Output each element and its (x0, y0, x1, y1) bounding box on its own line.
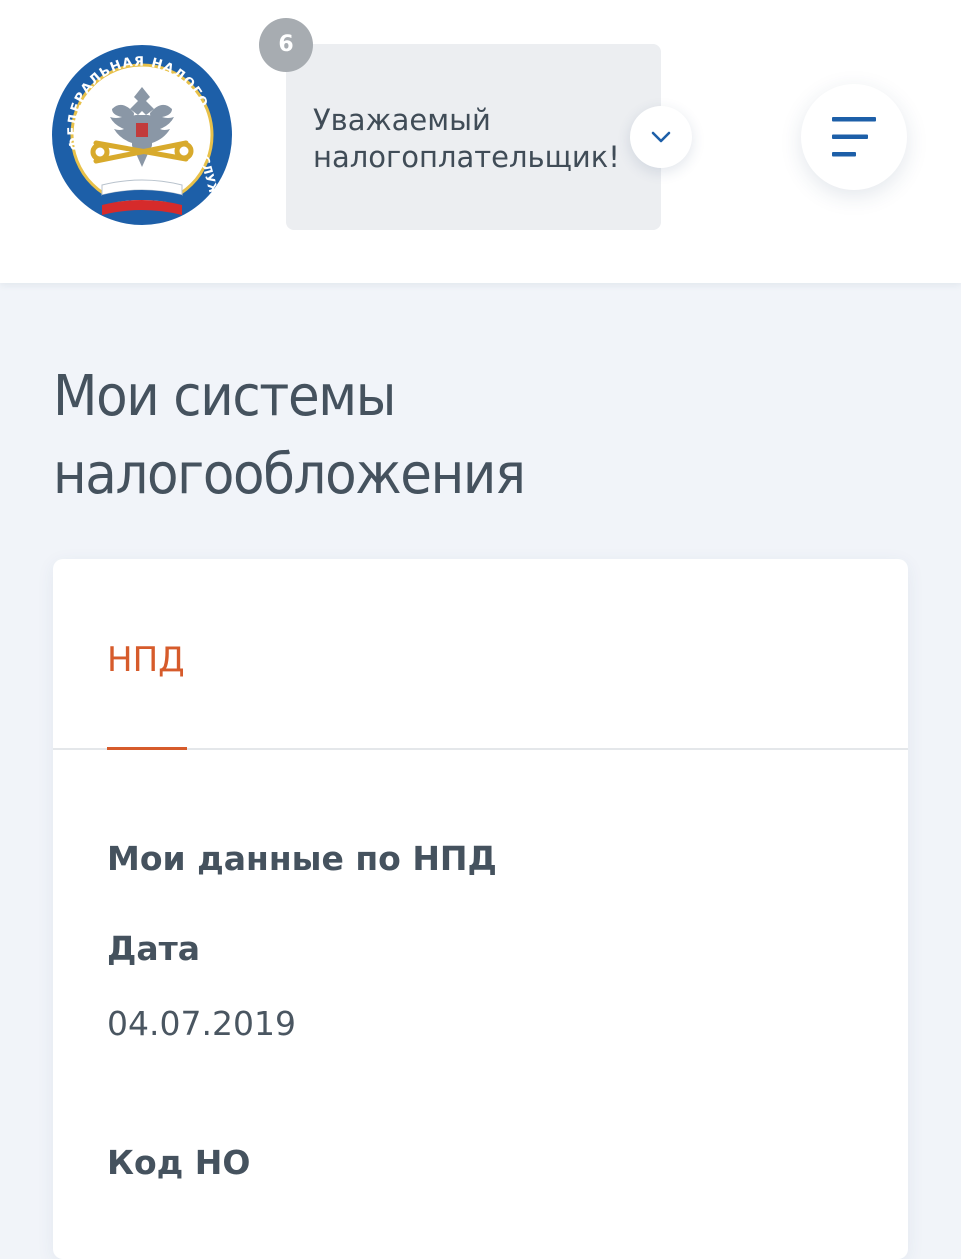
section-title: Мои данные по НПД (107, 839, 497, 878)
tab-npd[interactable]: НПД (107, 638, 185, 682)
field-label-tax-office-code: Код НО (107, 1143, 251, 1182)
page-title: Мои системы налогообложения (53, 364, 526, 507)
user-dropdown-button[interactable] (630, 106, 692, 168)
hamburger-menu-icon (832, 117, 876, 157)
app-header: ФЕДЕРАЛЬНАЯ НАЛОГОВАЯ СЛУЖБА (0, 0, 961, 283)
field-value-date: 04.07.2019 (107, 1004, 296, 1043)
chevron-down-icon (651, 131, 671, 143)
field-label-date: Дата (107, 929, 201, 968)
tax-system-card: НПД Мои данные по НПД Дата 04.07.2019 Ко… (53, 559, 908, 1259)
notification-badge[interactable]: 6 (259, 18, 313, 72)
menu-button[interactable] (801, 84, 907, 190)
greeting-text: Уважаемый налогоплательщик! (313, 103, 620, 174)
fns-logo[interactable]: ФЕДЕРАЛЬНАЯ НАЛОГОВАЯ СЛУЖБА (44, 28, 234, 229)
user-greeting-panel[interactable]: Уважаемый налогоплательщик! (286, 44, 661, 230)
fns-emblem-icon: ФЕДЕРАЛЬНАЯ НАЛОГОВАЯ СЛУЖБА (44, 28, 232, 225)
tab-active-indicator (107, 747, 187, 750)
